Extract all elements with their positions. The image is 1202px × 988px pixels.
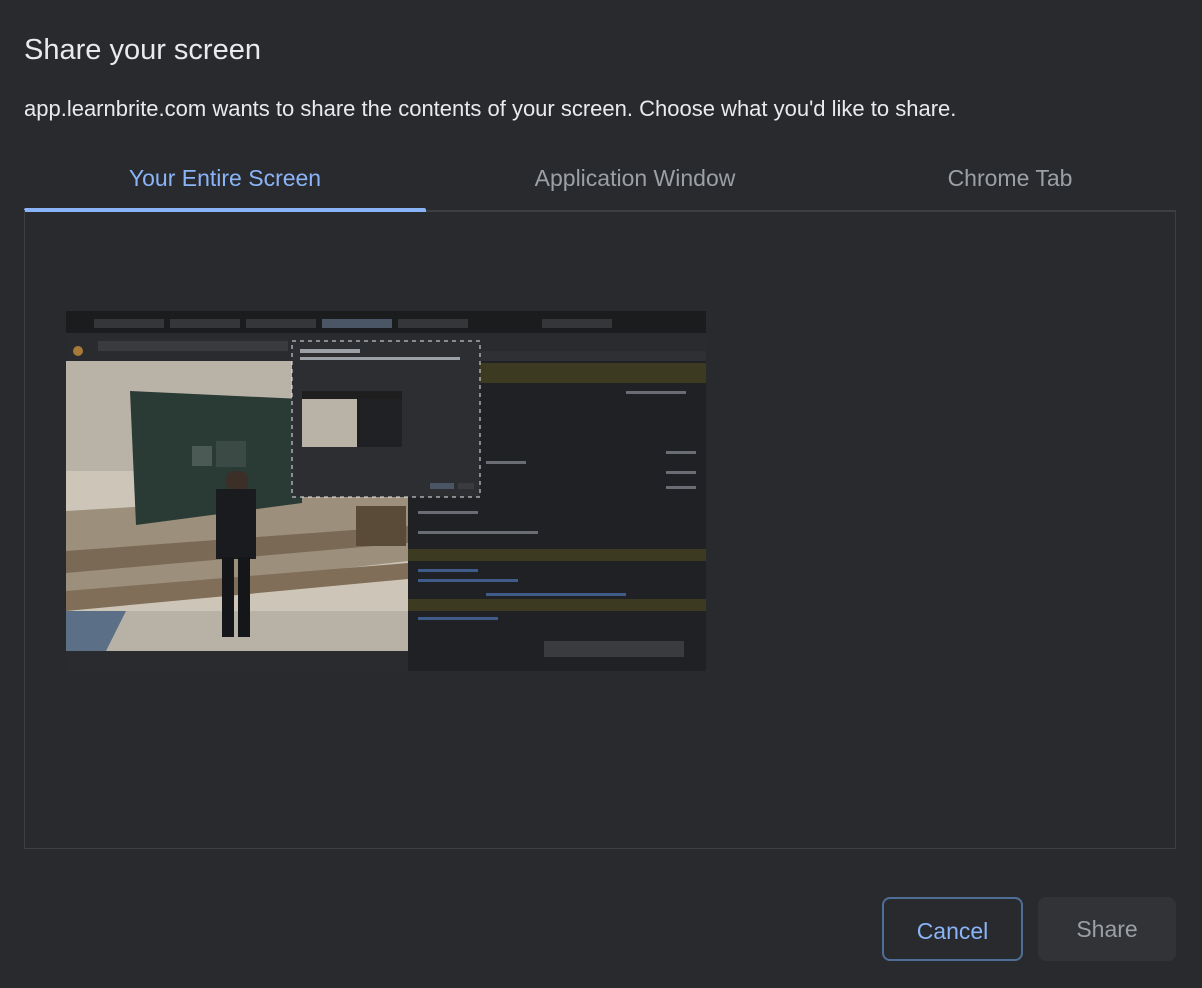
tab-chrome-tab[interactable]: Chrome Tab — [844, 152, 1176, 210]
tab-application-window[interactable]: Application Window — [426, 152, 844, 210]
source-list-panel — [24, 210, 1176, 849]
dialog-title: Share your screen — [24, 34, 261, 66]
share-button[interactable]: Share — [1038, 897, 1176, 961]
cancel-button[interactable]: Cancel — [882, 897, 1023, 961]
screen-preview-image — [66, 311, 706, 671]
dialog-subtitle: app.learnbrite.com wants to share the co… — [24, 96, 957, 121]
source-tabs: Your Entire Screen Application Window Ch… — [24, 152, 1176, 212]
tab-entire-screen[interactable]: Your Entire Screen — [24, 152, 426, 212]
screen-thumbnail[interactable] — [66, 311, 706, 671]
